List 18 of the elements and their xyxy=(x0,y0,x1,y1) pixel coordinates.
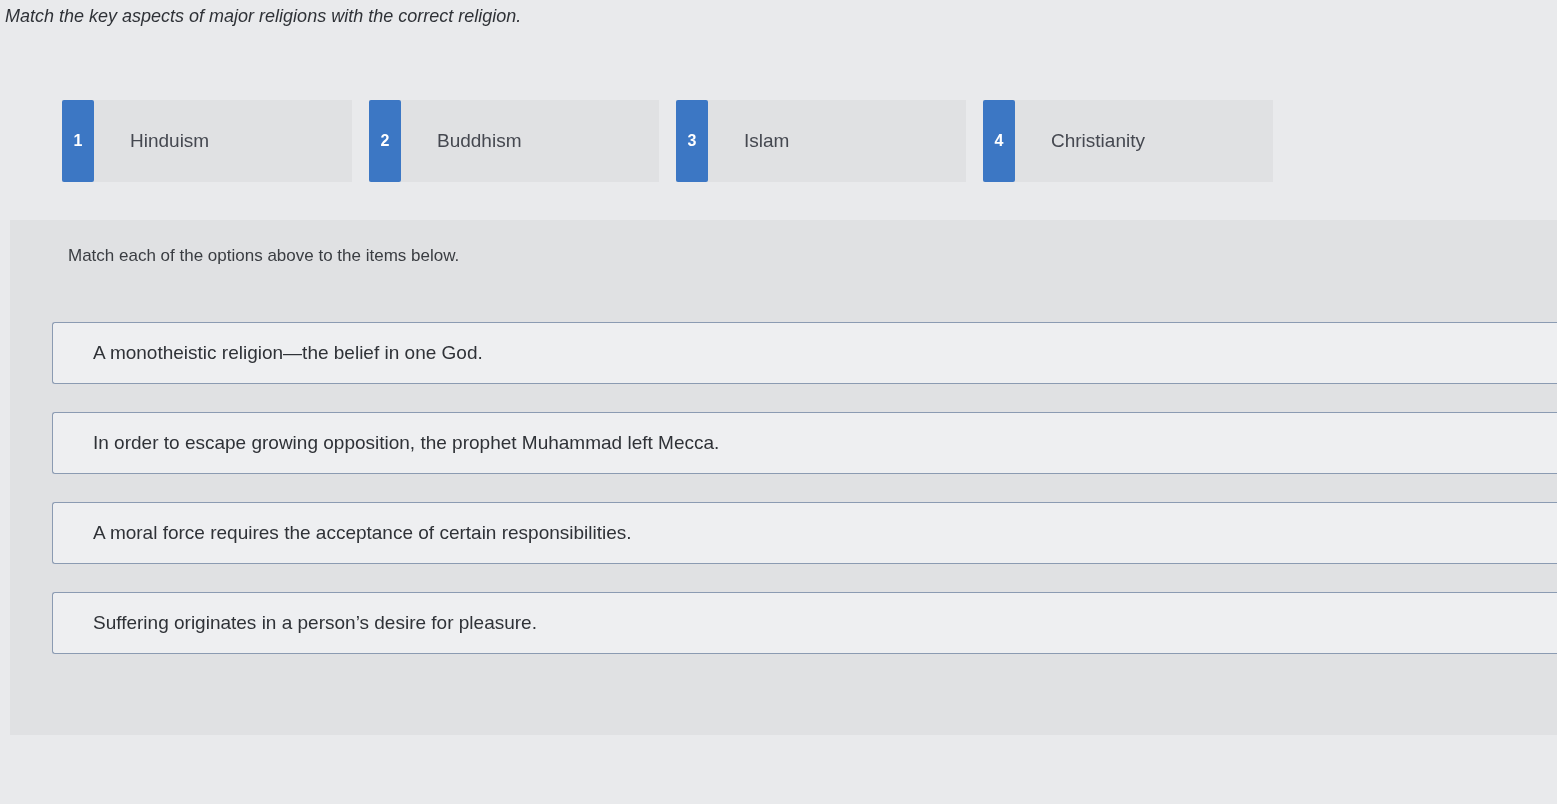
option-card[interactable]: 4 Christianity xyxy=(983,100,1273,182)
number-badge: 1 xyxy=(62,100,94,182)
number-badge: 3 xyxy=(676,100,708,182)
option-label: Hinduism xyxy=(130,130,210,152)
drop-target[interactable]: A moral force requires the acceptance of certain responsibilities. xyxy=(52,502,1557,564)
number-badge: 2 xyxy=(369,100,401,182)
number-badge: 4 xyxy=(983,100,1015,182)
option-card[interactable]: 2 Buddhism xyxy=(369,100,659,182)
option-label: Islam xyxy=(744,130,790,152)
option-label: Christianity xyxy=(1051,130,1145,152)
question-title: Match the key aspects of major religions with the correct religion. xyxy=(5,6,522,27)
option-label: Buddhism xyxy=(437,130,522,152)
option-card[interactable]: 1 Hinduism xyxy=(62,100,352,182)
option-card[interactable]: 3 Islam xyxy=(676,100,966,182)
instruction-text: Match each of the options above to the items below. xyxy=(68,246,460,266)
drop-target[interactable]: Suffering originates in a person’s desire for pleasure. xyxy=(52,592,1557,654)
drop-target[interactable]: In order to escape growing opposition, the prophet Muhammad left Mecca. xyxy=(52,412,1557,474)
drop-target[interactable]: A monotheistic religion—the belief in one God. xyxy=(52,322,1557,384)
